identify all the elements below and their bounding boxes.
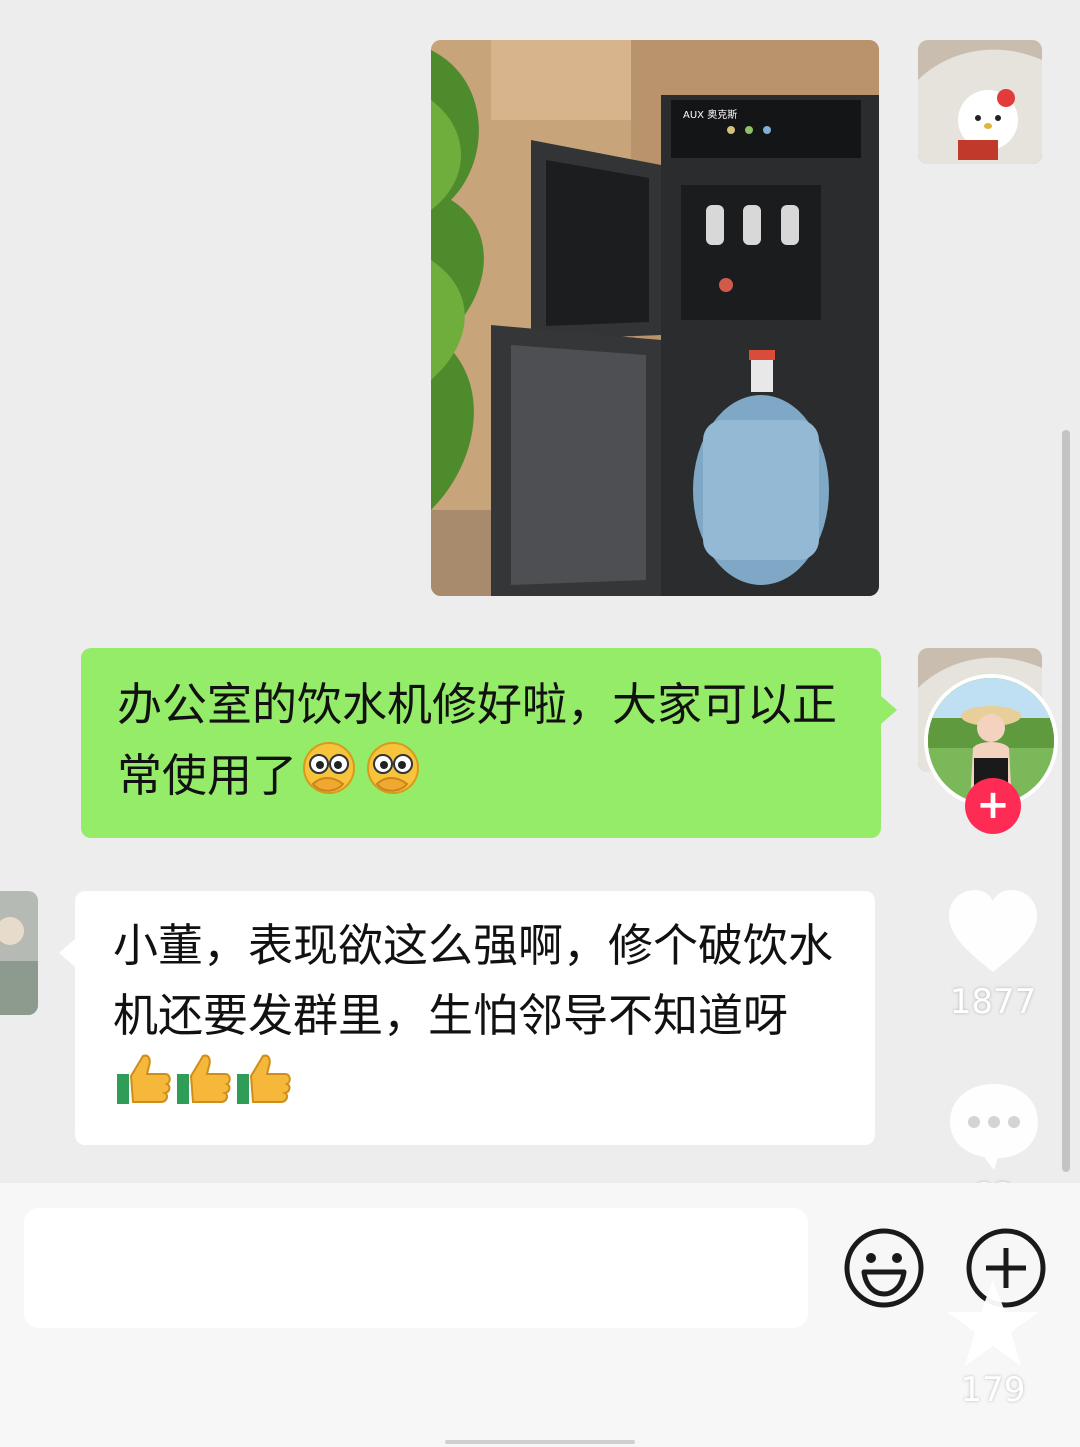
image-message[interactable]: AUX 奥克斯 [431, 40, 879, 596]
favorite-button[interactable] [943, 1276, 1043, 1372]
other-avatar-image [0, 891, 38, 1015]
message-text: 小董，表现欲这么强啊，修个破饮水机还要发群里，生怕邻导不知道呀 [113, 919, 834, 1042]
follow-plus: + [976, 782, 1010, 828]
hello-kitty-avatar-image [918, 40, 1042, 164]
brand-text: AUX 奥克斯 [683, 108, 737, 121]
other-user-avatar[interactable] [0, 891, 38, 1015]
other-message-bubble[interactable]: 小董，表现欲这么强啊，修个破饮水机还要发群里，生怕邻导不知道呀 [59, 891, 875, 1145]
scrollbar[interactable] [1062, 430, 1070, 1172]
face-with-hand-over-mouth-icon [299, 740, 361, 818]
follow-button[interactable]: + [965, 778, 1021, 834]
thumbs-up-icon [235, 1052, 293, 1126]
message-input[interactable] [24, 1208, 808, 1328]
self-message-bubble[interactable]: 办公室的饮水机修好啦，大家可以正常使用了 [81, 648, 897, 838]
thumbs-up-icon [115, 1052, 173, 1126]
water-dispenser-photo: AUX 奥克斯 [431, 40, 879, 596]
emoji-button[interactable] [842, 1226, 926, 1310]
message-text: 办公室的饮水机修好啦，大家可以正常使用了 [117, 678, 838, 802]
smiley-icon [844, 1228, 924, 1308]
self-avatar[interactable] [918, 40, 1042, 164]
home-indicator [445, 1440, 635, 1444]
heart-icon [949, 890, 1037, 972]
favorite-count: 179 [960, 1370, 1026, 1410]
comment-button[interactable] [946, 1080, 1042, 1172]
star-icon [947, 1280, 1039, 1366]
face-with-hand-over-mouth-icon [363, 740, 425, 818]
thumbs-up-icon [175, 1052, 233, 1126]
comment-icon [950, 1084, 1038, 1170]
like-count: 1877 [949, 982, 1037, 1022]
like-button[interactable] [945, 888, 1041, 978]
